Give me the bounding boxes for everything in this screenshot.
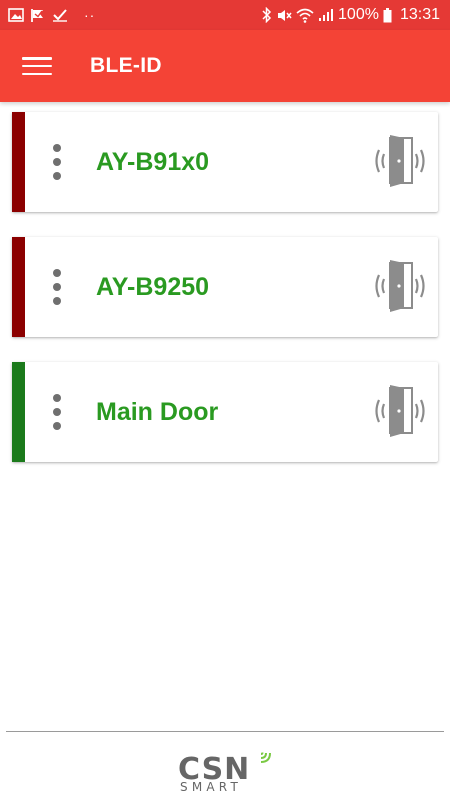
- menu-icon-bar: [22, 57, 52, 60]
- image-icon: [8, 8, 24, 22]
- menu-icon-bar: [22, 64, 52, 68]
- mute-icon: [276, 8, 292, 23]
- device-card[interactable]: AY-B9250: [12, 237, 438, 337]
- battery-icon: [383, 7, 392, 23]
- footer-divider: [6, 731, 444, 732]
- device-list: AY-B91x0 AY-B9250 Main Door: [12, 112, 438, 487]
- wireless-waves-icon: [260, 752, 271, 763]
- open-door-icon[interactable]: [370, 258, 430, 314]
- signal-icon: [318, 8, 334, 22]
- menu-button[interactable]: [22, 54, 52, 78]
- more-options-icon[interactable]: [50, 144, 64, 180]
- status-bar-right: 100% 13:31: [262, 6, 440, 24]
- device-name: Main Door: [96, 397, 219, 426]
- logo-sub-text: SMART: [180, 780, 242, 794]
- status-bar-left: ··: [8, 7, 95, 23]
- check-icon: [52, 8, 68, 22]
- app-title: BLE-ID: [90, 54, 162, 77]
- app-bar: BLE-ID: [0, 30, 450, 102]
- device-name: AY-B91x0: [96, 147, 210, 176]
- status-stripe: [12, 237, 25, 337]
- status-bar: ·· 100% 13:31: [0, 0, 450, 30]
- bluetooth-icon: [262, 7, 272, 23]
- flag-icon: [30, 8, 46, 23]
- notification-dots: ··: [84, 7, 96, 23]
- battery-percent: 100%: [338, 6, 379, 23]
- status-stripe: [12, 362, 25, 462]
- open-door-icon[interactable]: [370, 383, 430, 439]
- device-card[interactable]: Main Door: [12, 362, 438, 462]
- device-name: AY-B9250: [96, 272, 210, 301]
- csn-smart-logo: CSN SMART: [178, 744, 278, 796]
- open-door-icon[interactable]: [370, 133, 430, 189]
- status-stripe: [12, 112, 25, 212]
- menu-icon-bar: [22, 72, 52, 75]
- wifi-icon: [296, 8, 314, 23]
- more-options-icon[interactable]: [50, 394, 64, 430]
- clock: 13:31: [399, 6, 440, 23]
- device-card[interactable]: AY-B91x0: [12, 112, 438, 212]
- more-options-icon[interactable]: [50, 269, 64, 305]
